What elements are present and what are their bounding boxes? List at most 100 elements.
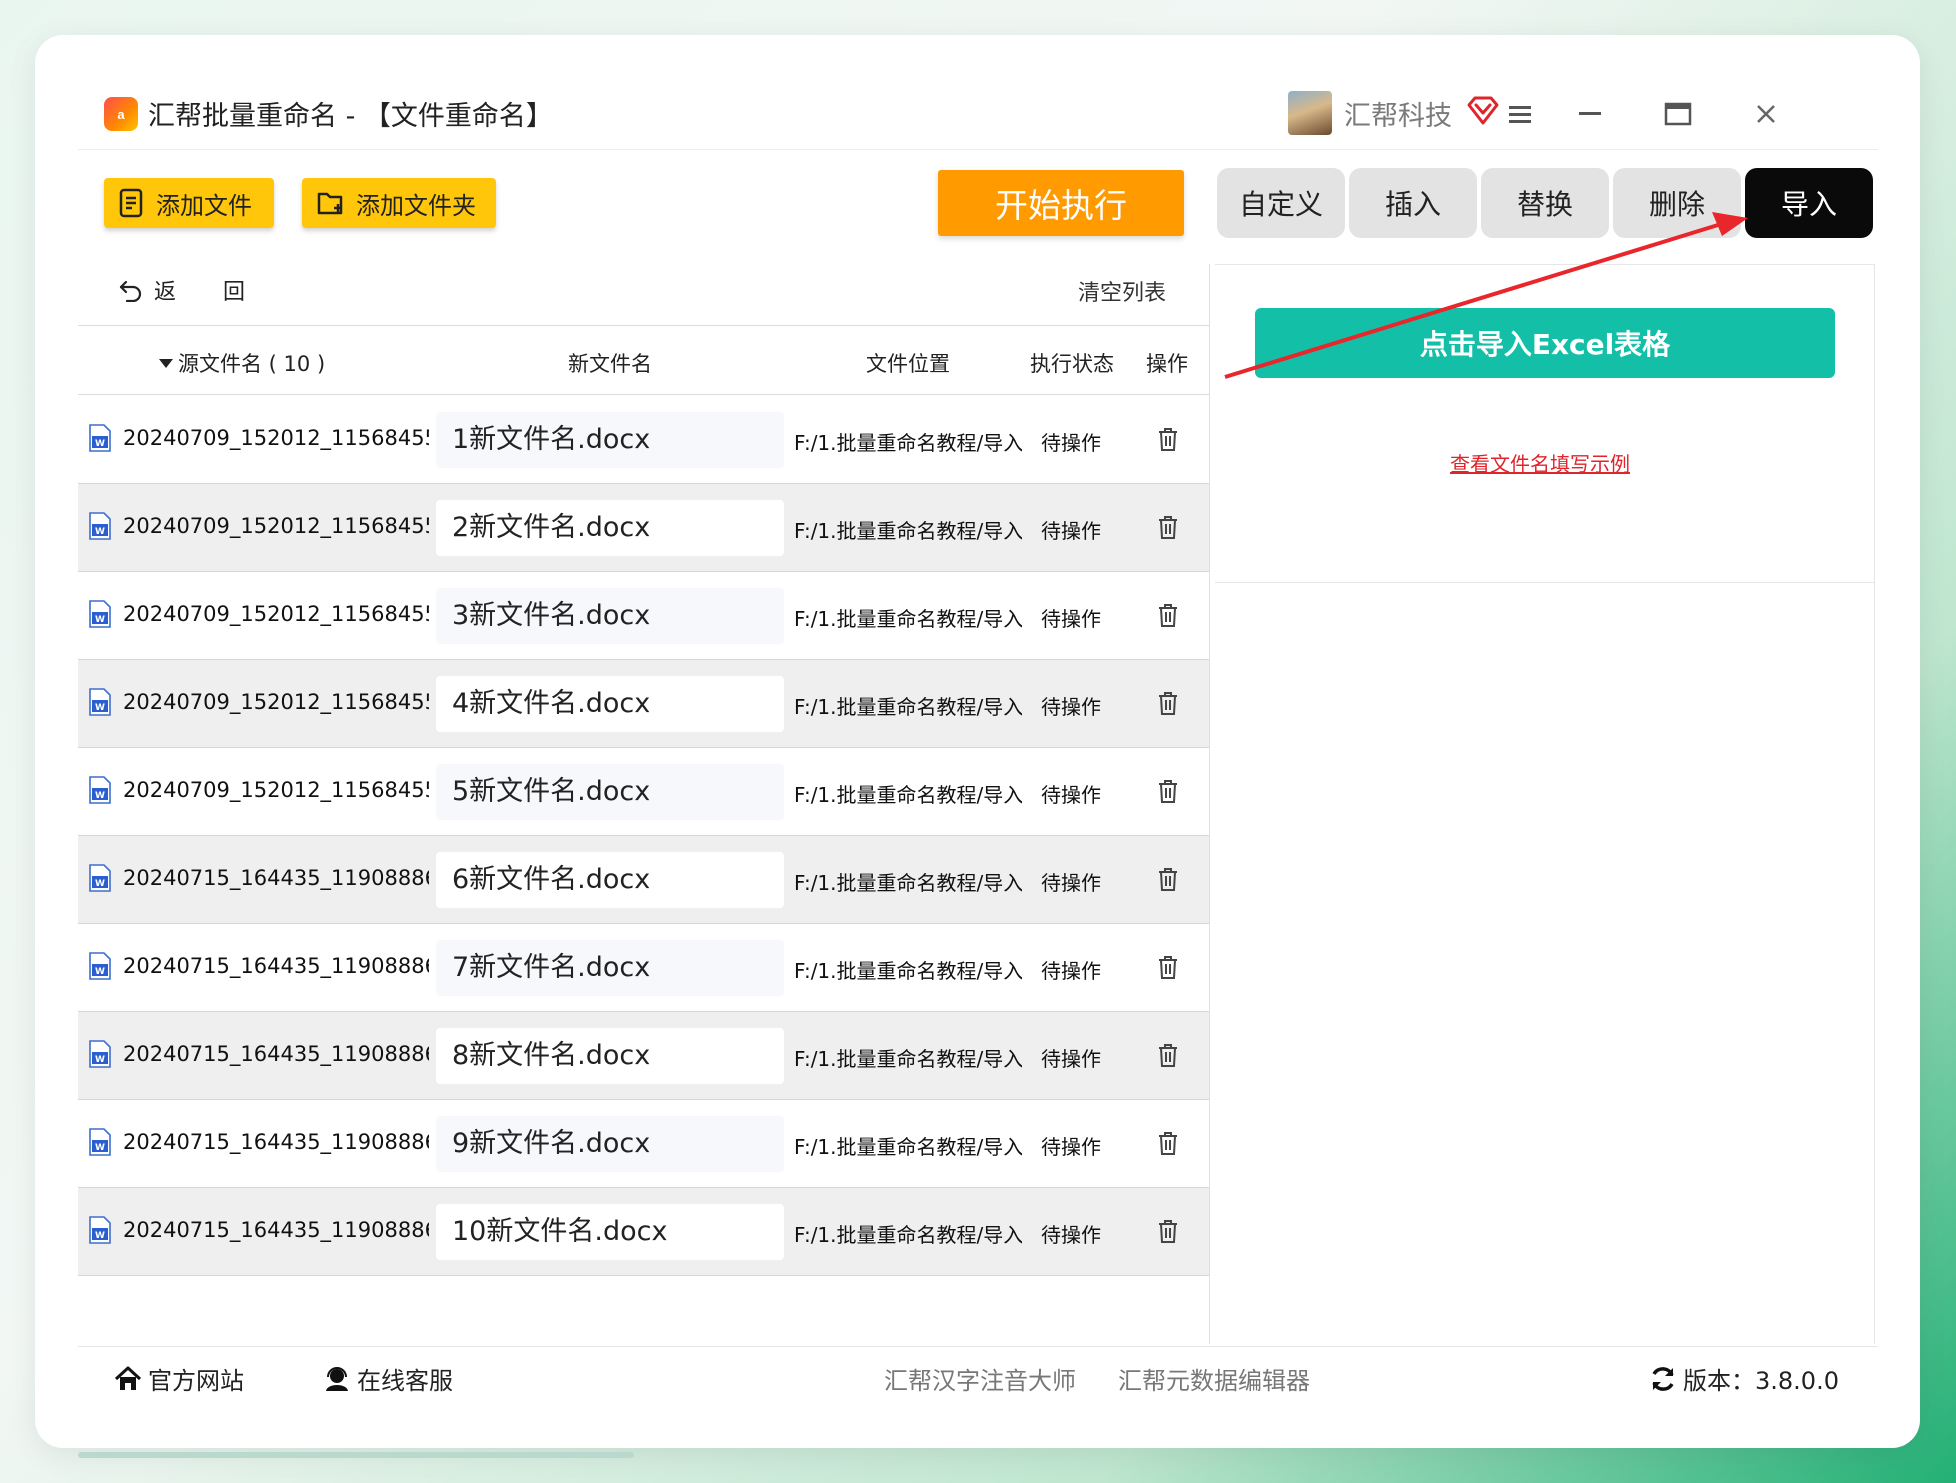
- source-filename: 20240709_152012_115684555: [123, 514, 429, 538]
- exec-status: 待操作: [1041, 519, 1101, 543]
- tab-insert[interactable]: 插入: [1349, 168, 1477, 238]
- new-filename: 4新文件名.docx: [436, 676, 784, 732]
- website-label: 官方网站: [148, 1367, 244, 1395]
- file-location: F:/1.批量重命名教程/导入: [794, 1047, 1022, 1071]
- file-location: F:/1.批量重命名教程/导入: [794, 607, 1022, 631]
- source-filename: 20240715_164435_119088861: [123, 1218, 429, 1242]
- footer: 官方网站 在线客服 汇帮汉字注音大师 汇帮元数据编辑器 版本：3.8.0.0: [78, 1346, 1878, 1408]
- new-filename: 10新文件名.docx: [436, 1204, 784, 1260]
- source-filename: 20240715_164435_119088861: [123, 1042, 429, 1066]
- trash-icon[interactable]: [1156, 1130, 1180, 1156]
- svg-text:W: W: [95, 1231, 105, 1241]
- table-row[interactable]: W 20240715_164435_119088861 6新文件名.docx F…: [78, 836, 1209, 924]
- word-doc-icon: W: [89, 600, 111, 628]
- trash-icon[interactable]: [1156, 954, 1180, 980]
- exec-status: 待操作: [1041, 1223, 1101, 1247]
- import-excel-button[interactable]: 点击导入Excel表格: [1255, 308, 1835, 378]
- table-row[interactable]: W 20240709_152012_115684555 1新文件名.docx F…: [78, 396, 1209, 484]
- trash-icon[interactable]: [1156, 426, 1180, 452]
- new-filename: 3新文件名.docx: [436, 588, 784, 644]
- table-header: 源文件名 ( 10 ) 新文件名 文件位置 执行状态 操作: [78, 325, 1209, 395]
- tab-delete[interactable]: 删除: [1613, 168, 1741, 238]
- source-filename: 20240709_152012_115684555: [123, 602, 429, 626]
- metadata-app-link[interactable]: 汇帮元数据编辑器: [1118, 1361, 1310, 1396]
- new-filename: 7新文件名.docx: [436, 940, 784, 996]
- trash-icon[interactable]: [1156, 602, 1180, 628]
- new-filename: 6新文件名.docx: [436, 852, 784, 908]
- website-link[interactable]: 官方网站: [114, 1361, 244, 1396]
- minimize-icon[interactable]: [1568, 92, 1612, 136]
- table-row[interactable]: W 20240709_152012_115684555 3新文件名.docx F…: [78, 572, 1209, 660]
- exec-status: 待操作: [1041, 783, 1101, 807]
- table-row[interactable]: W 20240709_152012_115684555 2新文件名.docx F…: [78, 484, 1209, 572]
- source-filename: 20240709_152012_115684555: [123, 778, 429, 802]
- maximize-icon[interactable]: [1656, 92, 1700, 136]
- file-location: F:/1.批量重命名教程/导入: [794, 871, 1022, 895]
- exec-status: 待操作: [1041, 871, 1101, 895]
- file-location: F:/1.批量重命名教程/导入: [794, 783, 1022, 807]
- file-location: F:/1.批量重命名教程/导入: [794, 695, 1022, 719]
- title-bar: a 汇帮批量重命名 - 【文件重命名】 汇帮科技: [78, 78, 1878, 150]
- svg-text:W: W: [95, 879, 105, 889]
- vip-icon[interactable]: [1466, 93, 1500, 127]
- horizontal-scrollbar[interactable]: [78, 1452, 634, 1458]
- source-filename: 20240709_152012_115684555: [123, 690, 429, 714]
- file-location: F:/1.批量重命名教程/导入: [794, 1135, 1022, 1159]
- clear-list-button[interactable]: 清空列表: [1078, 275, 1166, 307]
- user-avatar[interactable]: [1288, 91, 1332, 135]
- start-button[interactable]: 开始执行: [938, 170, 1184, 236]
- svg-text:W: W: [95, 1055, 105, 1065]
- trash-icon[interactable]: [1156, 1042, 1180, 1068]
- support-link[interactable]: 在线客服: [323, 1361, 453, 1396]
- table-row[interactable]: W 20240715_164435_119088861 9新文件名.docx F…: [78, 1100, 1209, 1188]
- table-row[interactable]: W 20240709_152012_115684555 5新文件名.docx F…: [78, 748, 1209, 836]
- pinyin-app-link[interactable]: 汇帮汉字注音大师: [884, 1361, 1076, 1396]
- trash-icon[interactable]: [1156, 514, 1180, 540]
- back-button[interactable]: 返 回: [118, 270, 265, 310]
- app-logo-icon: a: [104, 97, 138, 131]
- add-file-button[interactable]: 添加文件: [104, 178, 274, 228]
- tab-import[interactable]: 导入: [1745, 168, 1873, 238]
- exec-status: 待操作: [1041, 431, 1101, 455]
- new-filename: 2新文件名.docx: [436, 500, 784, 556]
- new-filename: 5新文件名.docx: [436, 764, 784, 820]
- source-filename: 20240709_152012_115684555: [123, 426, 429, 450]
- support-label: 在线客服: [357, 1367, 453, 1395]
- tab-replace[interactable]: 替换: [1481, 168, 1609, 238]
- add-folder-button[interactable]: 添加文件夹: [302, 178, 496, 228]
- word-doc-icon: W: [89, 1128, 111, 1156]
- trash-icon[interactable]: [1156, 778, 1180, 804]
- support-icon: [326, 1366, 348, 1391]
- word-doc-icon: W: [89, 1216, 111, 1244]
- table-row[interactable]: W 20240715_164435_119088861 10新文件名.docx …: [78, 1188, 1209, 1276]
- table-row[interactable]: W 20240709_152012_115684555 4新文件名.docx F…: [78, 660, 1209, 748]
- file-location: F:/1.批量重命名教程/导入: [794, 1223, 1022, 1247]
- version-info[interactable]: 版本：3.8.0.0: [1649, 1361, 1839, 1396]
- new-filename: 1新文件名.docx: [436, 412, 784, 468]
- menu-icon[interactable]: [1498, 92, 1542, 136]
- trash-icon[interactable]: [1156, 866, 1180, 892]
- svg-text:W: W: [95, 527, 105, 537]
- header-status: 执行状态: [1030, 352, 1114, 376]
- table-row[interactable]: W 20240715_164435_119088861 7新文件名.docx F…: [78, 924, 1209, 1012]
- exec-status: 待操作: [1041, 1135, 1101, 1159]
- close-icon[interactable]: [1744, 92, 1788, 136]
- import-panel-divider: [1215, 582, 1875, 583]
- trash-icon[interactable]: [1156, 690, 1180, 716]
- example-link[interactable]: 查看文件名填写示例: [1450, 448, 1630, 477]
- trash-icon[interactable]: [1156, 1218, 1180, 1244]
- brand-name: 汇帮科技: [1344, 101, 1452, 132]
- file-location: F:/1.批量重命名教程/导入: [794, 959, 1022, 983]
- table-row[interactable]: W 20240715_164435_119088861 8新文件名.docx F…: [78, 1012, 1209, 1100]
- back-label: 返 回: [154, 280, 265, 305]
- add-file-icon: [119, 188, 143, 218]
- add-folder-icon: [317, 192, 343, 215]
- file-list: W 20240709_152012_115684555 1新文件名.docx F…: [78, 396, 1209, 1276]
- header-source[interactable]: 源文件名 ( 10 ): [158, 348, 325, 378]
- svg-text:W: W: [95, 615, 105, 625]
- app-window: a 汇帮批量重命名 - 【文件重命名】 汇帮科技 添加文件 添加文件夹 开始执行…: [78, 78, 1878, 1408]
- word-doc-icon: W: [89, 952, 111, 980]
- tab-custom[interactable]: 自定义: [1217, 168, 1345, 238]
- home-icon: [114, 1366, 142, 1390]
- header-location: 文件位置: [866, 352, 950, 376]
